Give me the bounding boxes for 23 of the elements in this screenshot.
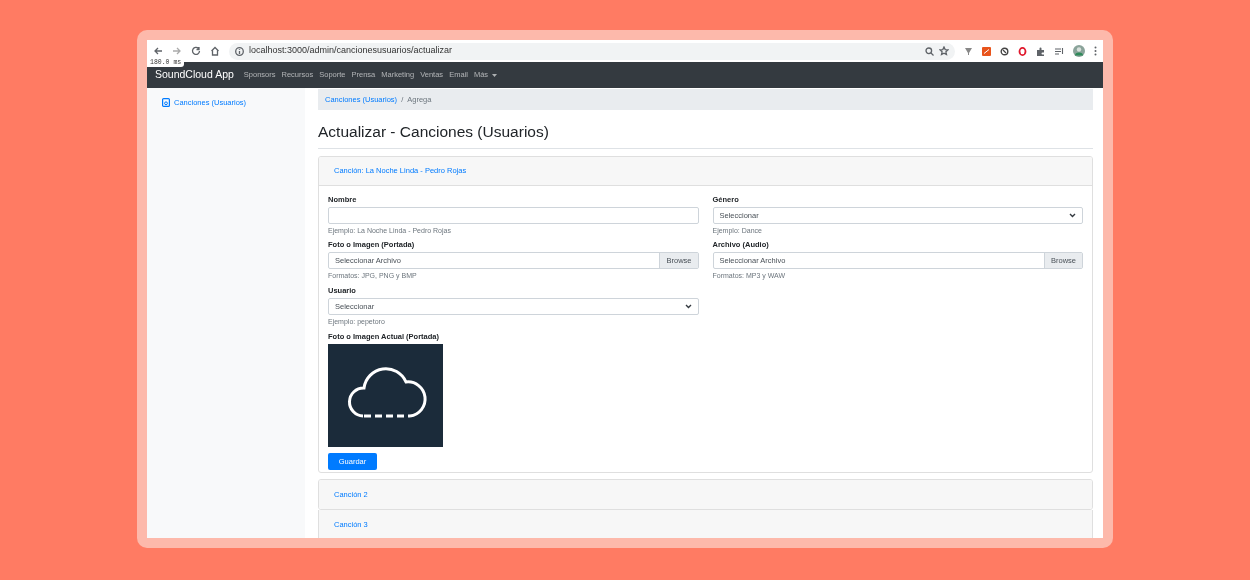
ring-icon[interactable] bbox=[1018, 46, 1027, 56]
home-icon[interactable] bbox=[210, 46, 220, 56]
url-text: localhost:3000/admin/cancionesusuarios/actualizar bbox=[249, 44, 453, 58]
star-icon[interactable] bbox=[939, 46, 949, 56]
address-bar[interactable]: localhost:3000/admin/cancionesusuarios/actualizar bbox=[229, 42, 955, 60]
document-icon bbox=[162, 98, 170, 107]
chevron-icon bbox=[1069, 212, 1076, 218]
avatar-icon[interactable] bbox=[1073, 45, 1085, 57]
reload-icon[interactable] bbox=[191, 46, 201, 56]
playlist-icon[interactable] bbox=[1054, 46, 1064, 56]
funnel-icon[interactable] bbox=[964, 46, 973, 56]
menu-icon[interactable] bbox=[1094, 46, 1097, 56]
chevron-icon bbox=[684, 303, 692, 309]
square-icon[interactable] bbox=[982, 46, 991, 56]
caret-icon bbox=[492, 73, 498, 77]
zoom-icon[interactable] bbox=[925, 46, 934, 56]
brand-link[interactable]: SoundCloud App bbox=[155, 67, 234, 83]
circle-icon[interactable] bbox=[1000, 46, 1009, 56]
back-icon[interactable] bbox=[153, 46, 163, 56]
info-icon bbox=[235, 46, 244, 56]
page-title: Actualizar - Canciones (Usuarios) bbox=[318, 123, 550, 142]
puzzle-icon[interactable] bbox=[1036, 46, 1045, 56]
text-field[interactable] bbox=[328, 206, 699, 224]
